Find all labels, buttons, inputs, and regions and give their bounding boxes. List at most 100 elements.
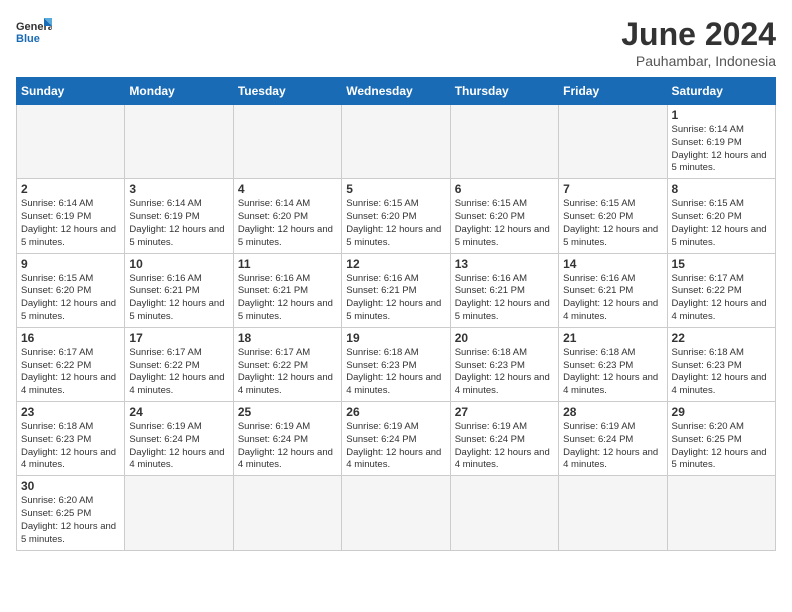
calendar-cell: 24 Sunrise: 6:19 AM Sunset: 6:24 PM Dayli…	[125, 402, 233, 476]
calendar-cell	[233, 105, 341, 179]
calendar-cell	[559, 476, 667, 550]
calendar-cell: 1 Sunrise: 6:14 AM Sunset: 6:19 PM Daylig…	[667, 105, 775, 179]
day-number: 14	[563, 257, 662, 271]
day-number: 7	[563, 182, 662, 196]
day-number: 24	[129, 405, 228, 419]
day-number: 30	[21, 479, 120, 493]
header-thursday: Thursday	[450, 78, 558, 105]
day-number: 27	[455, 405, 554, 419]
day-info: Sunrise: 6:16 AM Sunset: 6:21 PM Dayligh…	[346, 273, 445, 324]
day-number: 3	[129, 182, 228, 196]
location-subtitle: Pauhambar, Indonesia	[621, 53, 776, 69]
day-number: 2	[21, 182, 120, 196]
day-number: 11	[238, 257, 337, 271]
header-sunday: Sunday	[17, 78, 125, 105]
calendar-cell	[667, 476, 775, 550]
calendar-cell: 27 Sunrise: 6:19 AM Sunset: 6:24 PM Dayli…	[450, 402, 558, 476]
calendar-week-row: 9Sunrise: 6:15 AM Sunset: 6:20 PM Daylig…	[17, 253, 776, 327]
day-number: 9	[21, 257, 120, 271]
calendar-cell: 9Sunrise: 6:15 AM Sunset: 6:20 PM Daylig…	[17, 253, 125, 327]
day-number: 10	[129, 257, 228, 271]
day-info: Sunrise: 6:15 AM Sunset: 6:20 PM Dayligh…	[672, 198, 771, 249]
calendar-week-row: 16Sunrise: 6:17 AM Sunset: 6:22 PM Dayli…	[17, 327, 776, 401]
day-info: Sunrise: 6:14 AM Sunset: 6:19 PM Dayligh…	[672, 124, 771, 175]
day-number: 1	[672, 108, 771, 122]
day-info: Sunrise: 6:18 AM Sunset: 6:23 PM Dayligh…	[455, 347, 554, 398]
header-wednesday: Wednesday	[342, 78, 450, 105]
calendar-cell	[125, 105, 233, 179]
calendar-cell: 20 Sunrise: 6:18 AM Sunset: 6:23 PM Dayli…	[450, 327, 558, 401]
calendar-cell: 6 Sunrise: 6:15 AM Sunset: 6:20 PM Daylig…	[450, 179, 558, 253]
day-info: Sunrise: 6:18 AM Sunset: 6:23 PM Dayligh…	[563, 347, 662, 398]
calendar-table: SundayMondayTuesdayWednesdayThursdayFrid…	[16, 77, 776, 551]
day-number: 26	[346, 405, 445, 419]
day-info: Sunrise: 6:18 AM Sunset: 6:23 PM Dayligh…	[346, 347, 445, 398]
calendar-cell: 2 Sunrise: 6:14 AM Sunset: 6:19 PM Daylig…	[17, 179, 125, 253]
day-number: 18	[238, 331, 337, 345]
calendar-cell: 11 Sunrise: 6:16 AM Sunset: 6:21 PM Dayli…	[233, 253, 341, 327]
calendar-cell: 8 Sunrise: 6:15 AM Sunset: 6:20 PM Daylig…	[667, 179, 775, 253]
svg-text:Blue: Blue	[16, 33, 40, 45]
day-info: Sunrise: 6:17 AM Sunset: 6:22 PM Dayligh…	[21, 347, 120, 398]
calendar-cell: 28Sunrise: 6:19 AM Sunset: 6:24 PM Dayli…	[559, 402, 667, 476]
calendar-cell	[342, 105, 450, 179]
day-info: Sunrise: 6:14 AM Sunset: 6:20 PM Dayligh…	[238, 198, 337, 249]
day-number: 28	[563, 405, 662, 419]
page-header: General Blue June 2024 Pauhambar, Indone…	[16, 16, 776, 69]
calendar-cell: 26 Sunrise: 6:19 AM Sunset: 6:24 PM Dayli…	[342, 402, 450, 476]
day-number: 6	[455, 182, 554, 196]
day-info: Sunrise: 6:14 AM Sunset: 6:19 PM Dayligh…	[21, 198, 120, 249]
day-info: Sunrise: 6:16 AM Sunset: 6:21 PM Dayligh…	[455, 273, 554, 324]
logo: General Blue	[16, 16, 52, 46]
calendar-cell	[450, 105, 558, 179]
day-info: Sunrise: 6:15 AM Sunset: 6:20 PM Dayligh…	[346, 198, 445, 249]
calendar-cell	[450, 476, 558, 550]
calendar-cell	[233, 476, 341, 550]
calendar-cell: 23 Sunrise: 6:18 AM Sunset: 6:23 PM Dayli…	[17, 402, 125, 476]
calendar-cell: 21Sunrise: 6:18 AM Sunset: 6:23 PM Dayli…	[559, 327, 667, 401]
calendar-cell: 7 Sunrise: 6:15 AM Sunset: 6:20 PM Daylig…	[559, 179, 667, 253]
calendar-cell	[125, 476, 233, 550]
day-info: Sunrise: 6:18 AM Sunset: 6:23 PM Dayligh…	[672, 347, 771, 398]
day-info: Sunrise: 6:17 AM Sunset: 6:22 PM Dayligh…	[672, 273, 771, 324]
day-info: Sunrise: 6:15 AM Sunset: 6:20 PM Dayligh…	[455, 198, 554, 249]
day-number: 19	[346, 331, 445, 345]
day-info: Sunrise: 6:19 AM Sunset: 6:24 PM Dayligh…	[346, 421, 445, 472]
day-number: 22	[672, 331, 771, 345]
day-info: Sunrise: 6:15 AM Sunset: 6:20 PM Dayligh…	[563, 198, 662, 249]
day-info: Sunrise: 6:16 AM Sunset: 6:21 PM Dayligh…	[238, 273, 337, 324]
calendar-cell	[17, 105, 125, 179]
header-saturday: Saturday	[667, 78, 775, 105]
day-info: Sunrise: 6:17 AM Sunset: 6:22 PM Dayligh…	[238, 347, 337, 398]
day-number: 8	[672, 182, 771, 196]
calendar-cell	[342, 476, 450, 550]
calendar-cell: 19 Sunrise: 6:18 AM Sunset: 6:23 PM Dayli…	[342, 327, 450, 401]
calendar-cell: 12 Sunrise: 6:16 AM Sunset: 6:21 PM Dayli…	[342, 253, 450, 327]
day-number: 12	[346, 257, 445, 271]
calendar-cell: 14Sunrise: 6:16 AM Sunset: 6:21 PM Dayli…	[559, 253, 667, 327]
day-info: Sunrise: 6:19 AM Sunset: 6:24 PM Dayligh…	[238, 421, 337, 472]
day-number: 23	[21, 405, 120, 419]
day-number: 20	[455, 331, 554, 345]
calendar-cell: 3 Sunrise: 6:14 AM Sunset: 6:19 PM Daylig…	[125, 179, 233, 253]
calendar-cell	[559, 105, 667, 179]
calendar-week-row: 30Sunrise: 6:20 AM Sunset: 6:25 PM Dayli…	[17, 476, 776, 550]
day-number: 25	[238, 405, 337, 419]
day-number: 4	[238, 182, 337, 196]
calendar-cell: 22 Sunrise: 6:18 AM Sunset: 6:23 PM Dayli…	[667, 327, 775, 401]
calendar-week-row: 2 Sunrise: 6:14 AM Sunset: 6:19 PM Daylig…	[17, 179, 776, 253]
title-area: June 2024 Pauhambar, Indonesia	[621, 16, 776, 69]
day-info: Sunrise: 6:19 AM Sunset: 6:24 PM Dayligh…	[129, 421, 228, 472]
day-info: Sunrise: 6:17 AM Sunset: 6:22 PM Dayligh…	[129, 347, 228, 398]
header-tuesday: Tuesday	[233, 78, 341, 105]
day-info: Sunrise: 6:18 AM Sunset: 6:23 PM Dayligh…	[21, 421, 120, 472]
day-number: 29	[672, 405, 771, 419]
day-info: Sunrise: 6:20 AM Sunset: 6:25 PM Dayligh…	[672, 421, 771, 472]
calendar-cell: 13Sunrise: 6:16 AM Sunset: 6:21 PM Dayli…	[450, 253, 558, 327]
day-info: Sunrise: 6:19 AM Sunset: 6:24 PM Dayligh…	[455, 421, 554, 472]
calendar-cell: 29 Sunrise: 6:20 AM Sunset: 6:25 PM Dayli…	[667, 402, 775, 476]
day-info: Sunrise: 6:14 AM Sunset: 6:19 PM Dayligh…	[129, 198, 228, 249]
header-friday: Friday	[559, 78, 667, 105]
calendar-cell: 15Sunrise: 6:17 AM Sunset: 6:22 PM Dayli…	[667, 253, 775, 327]
calendar-cell: 5Sunrise: 6:15 AM Sunset: 6:20 PM Daylig…	[342, 179, 450, 253]
